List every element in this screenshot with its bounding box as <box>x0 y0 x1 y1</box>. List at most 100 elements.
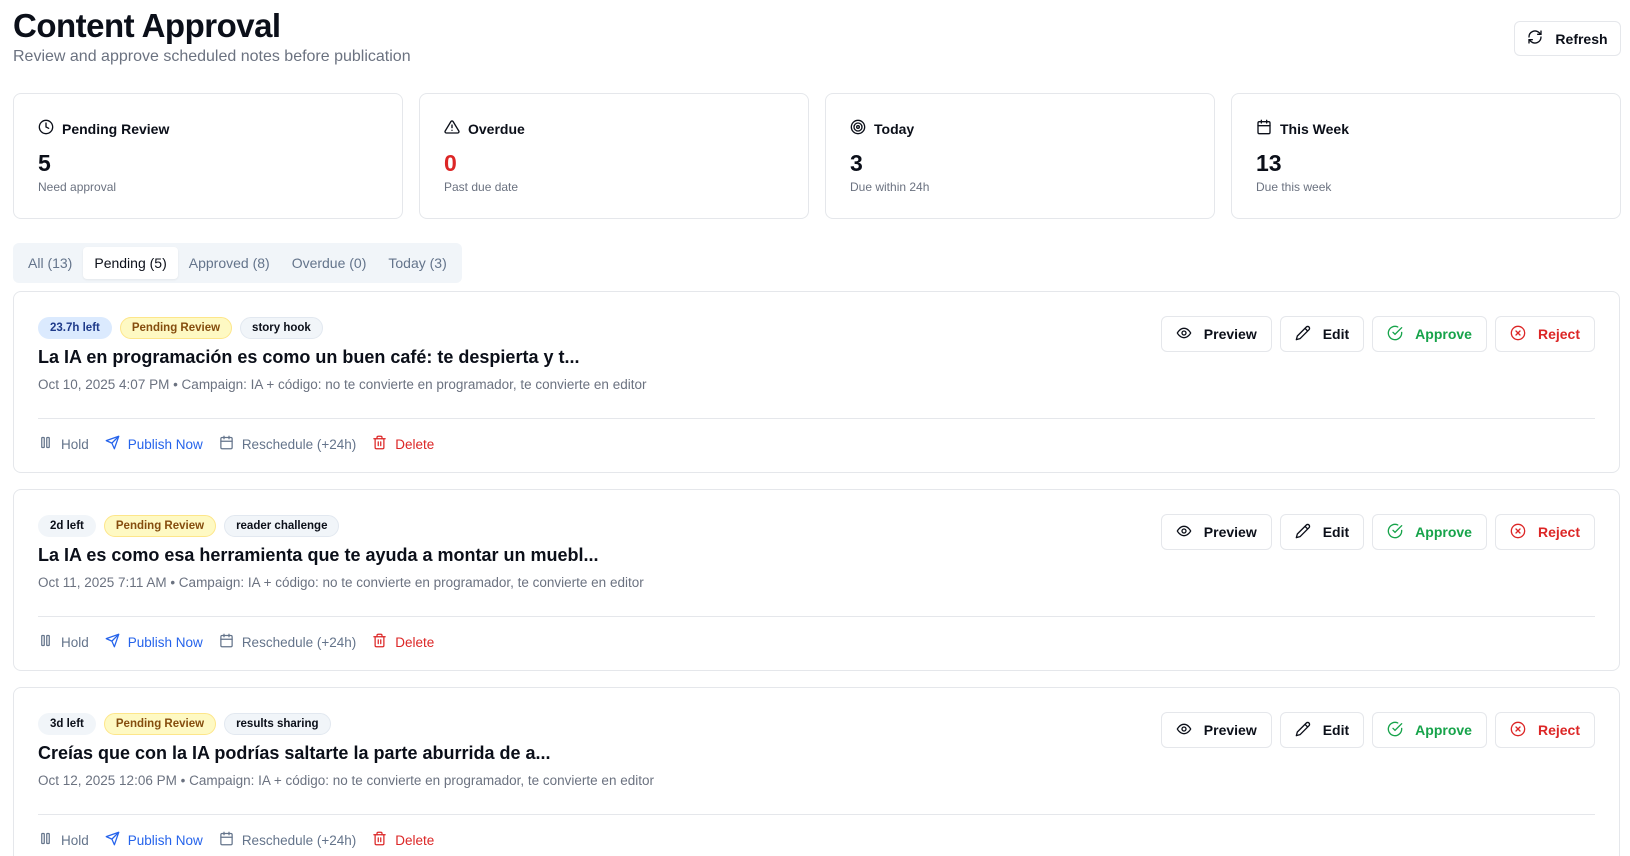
stat-label: Pending Review <box>62 120 170 137</box>
stat-desc: Past due date <box>444 180 519 194</box>
approve-button[interactable]: Approve <box>1372 316 1487 352</box>
tab-all[interactable]: All (13) <box>17 247 83 279</box>
reschedule-label: Reschedule (+24h) <box>241 832 357 848</box>
edit-button[interactable]: Edit <box>1279 712 1365 748</box>
reject-button[interactable]: Reject <box>1494 514 1595 550</box>
edit-button[interactable]: Edit <box>1279 316 1365 352</box>
edit-label: Edit <box>1322 524 1350 540</box>
reschedule-button[interactable]: Reschedule (+24h) <box>219 831 356 849</box>
card-divider <box>38 616 1595 617</box>
card-divider <box>38 814 1595 815</box>
stat-value: 13 <box>1256 150 1282 176</box>
pause-icon <box>38 831 53 849</box>
x-circle-icon <box>1510 523 1526 542</box>
tab-today[interactable]: Today (3) <box>377 247 457 279</box>
x-circle-icon <box>1510 721 1526 740</box>
tab-pending[interactable]: Pending (5) <box>83 247 178 279</box>
stat-value: 3 <box>850 150 863 176</box>
status-badge: Pending Review <box>103 713 217 735</box>
trash-icon <box>372 831 387 849</box>
publish-now-button[interactable]: Publish Now <box>105 633 203 651</box>
clock-icon <box>38 119 54 138</box>
approve-button[interactable]: Approve <box>1372 712 1487 748</box>
edit-label: Edit <box>1322 326 1350 342</box>
delete-label: Delete <box>395 634 435 650</box>
eye-icon <box>1176 721 1192 740</box>
reject-label: Reject <box>1537 524 1580 540</box>
stat-card-today: Today 3 Due within 24h <box>825 93 1215 219</box>
stat-desc: Due within 24h <box>850 180 930 194</box>
card-meta: Oct 11, 2025 7:11 AM • Campaign: IA + có… <box>38 575 644 590</box>
approve-label: Approve <box>1415 722 1472 738</box>
filter-tabs: All (13) Pending (5) Approved (8) Overdu… <box>13 243 462 283</box>
card-title: Creías que con la IA podrías saltarte la… <box>38 743 551 763</box>
time-left-badge: 2d left <box>38 515 96 537</box>
delete-button[interactable]: Delete <box>372 435 434 453</box>
tag-badge: results sharing <box>224 713 331 735</box>
send-icon <box>105 633 120 651</box>
delete-button[interactable]: Delete <box>372 633 434 651</box>
reject-button[interactable]: Reject <box>1494 712 1595 748</box>
check-circle-icon <box>1387 523 1403 542</box>
pencil-icon <box>1295 325 1311 344</box>
publish-now-button[interactable]: Publish Now <box>105 435 203 453</box>
stat-card-pending: Pending Review 5 Need approval <box>13 93 403 219</box>
preview-button[interactable]: Preview <box>1160 712 1272 748</box>
x-circle-icon <box>1510 325 1526 344</box>
publish-now-label: Publish Now <box>127 832 203 848</box>
refresh-button[interactable]: Refresh <box>1514 21 1621 56</box>
tag-badge: story hook <box>240 317 323 339</box>
eye-icon <box>1176 325 1192 344</box>
reject-button[interactable]: Reject <box>1494 316 1595 352</box>
tag-badge: reader challenge <box>224 515 340 537</box>
reschedule-button[interactable]: Reschedule (+24h) <box>219 633 356 651</box>
delete-label: Delete <box>395 436 435 452</box>
stat-desc: Due this week <box>1256 180 1332 194</box>
calendar-icon <box>219 633 234 651</box>
publish-now-button[interactable]: Publish Now <box>105 831 203 849</box>
warning-icon <box>444 119 460 138</box>
preview-label: Preview <box>1203 524 1257 540</box>
trash-icon <box>372 633 387 651</box>
tab-approved[interactable]: Approved (8) <box>178 247 281 279</box>
publish-now-label: Publish Now <box>127 436 203 452</box>
card-meta: Oct 12, 2025 12:06 PM • Campaign: IA + c… <box>38 773 654 788</box>
status-badge: Pending Review <box>103 515 217 537</box>
target-icon <box>850 119 866 138</box>
eye-icon <box>1176 523 1192 542</box>
preview-button[interactable]: Preview <box>1160 316 1272 352</box>
page-title: Content Approval <box>13 7 281 44</box>
preview-label: Preview <box>1203 722 1257 738</box>
card-meta: Oct 10, 2025 4:07 PM • Campaign: IA + có… <box>38 377 647 392</box>
preview-button[interactable]: Preview <box>1160 514 1272 550</box>
refresh-label: Refresh <box>1555 30 1608 47</box>
approve-button[interactable]: Approve <box>1372 514 1487 550</box>
pencil-icon <box>1295 523 1311 542</box>
stat-value: 0 <box>444 150 457 176</box>
pause-icon <box>38 633 53 651</box>
stat-card-overdue: Overdue 0 Past due date <box>419 93 809 219</box>
check-circle-icon <box>1387 325 1403 344</box>
hold-button[interactable]: Hold <box>38 435 89 453</box>
delete-label: Delete <box>395 832 435 848</box>
reschedule-button[interactable]: Reschedule (+24h) <box>219 435 356 453</box>
hold-button[interactable]: Hold <box>38 633 89 651</box>
edit-button[interactable]: Edit <box>1279 514 1365 550</box>
check-circle-icon <box>1387 721 1403 740</box>
send-icon <box>105 435 120 453</box>
calendar-icon <box>1256 119 1272 138</box>
stat-card-week: This Week 13 Due this week <box>1231 93 1621 219</box>
pause-icon <box>38 435 53 453</box>
hold-button[interactable]: Hold <box>38 831 89 849</box>
stat-label: This Week <box>1280 120 1349 137</box>
approve-label: Approve <box>1415 524 1472 540</box>
tab-overdue[interactable]: Overdue (0) <box>281 247 378 279</box>
delete-button[interactable]: Delete <box>372 831 434 849</box>
time-left-badge: 23.7h left <box>38 317 112 339</box>
hold-label: Hold <box>61 634 89 650</box>
content-card: 3d left Pending Review results sharing C… <box>13 687 1620 856</box>
approve-label: Approve <box>1415 326 1472 342</box>
content-card: 2d left Pending Review reader challenge … <box>13 489 1620 671</box>
card-divider <box>38 418 1595 419</box>
page-header: Content Approval Review and approve sche… <box>13 6 411 66</box>
